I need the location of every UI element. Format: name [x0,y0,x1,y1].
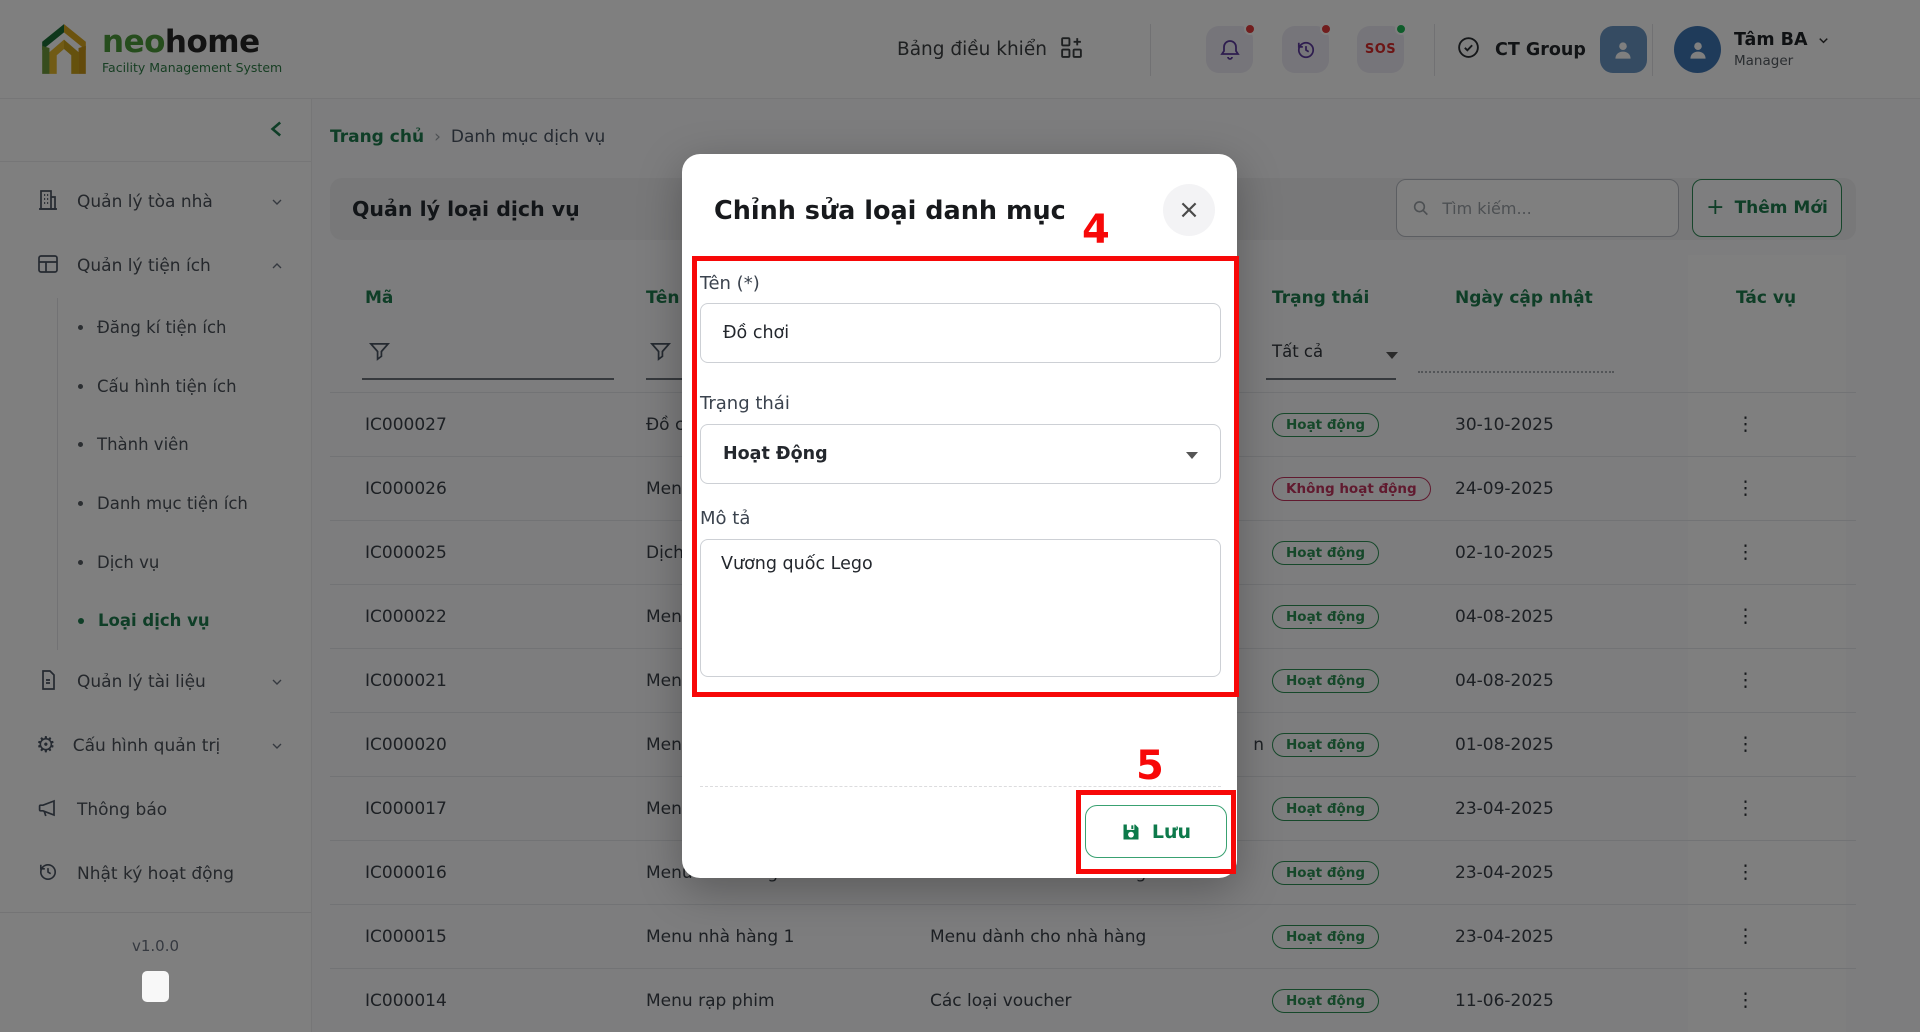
modal-title: Chỉnh sửa loại danh mục [714,196,1066,226]
name-input[interactable] [700,303,1221,363]
floating-widget[interactable] [142,971,169,1002]
save-button[interactable]: Lưu [1085,805,1227,858]
status-field-label: Trạng thái [700,393,790,414]
desc-field-label: Mô tả [700,508,750,529]
name-field-label: Tên (*) [700,273,760,294]
modal-footer-divider [700,786,1221,787]
desc-textarea[interactable]: Vương quốc Lego [700,539,1221,677]
screen: neohome Facility Management System Bảng … [0,0,1920,1032]
close-icon: × [1178,195,1200,225]
edit-category-modal: Chỉnh sửa loại danh mục × Tên (*) Trạng … [682,154,1237,878]
close-button[interactable]: × [1163,184,1215,236]
save-floppy-icon [1121,822,1141,842]
caret-down-icon [1186,452,1198,459]
status-select[interactable]: Hoạt Động [700,424,1221,484]
